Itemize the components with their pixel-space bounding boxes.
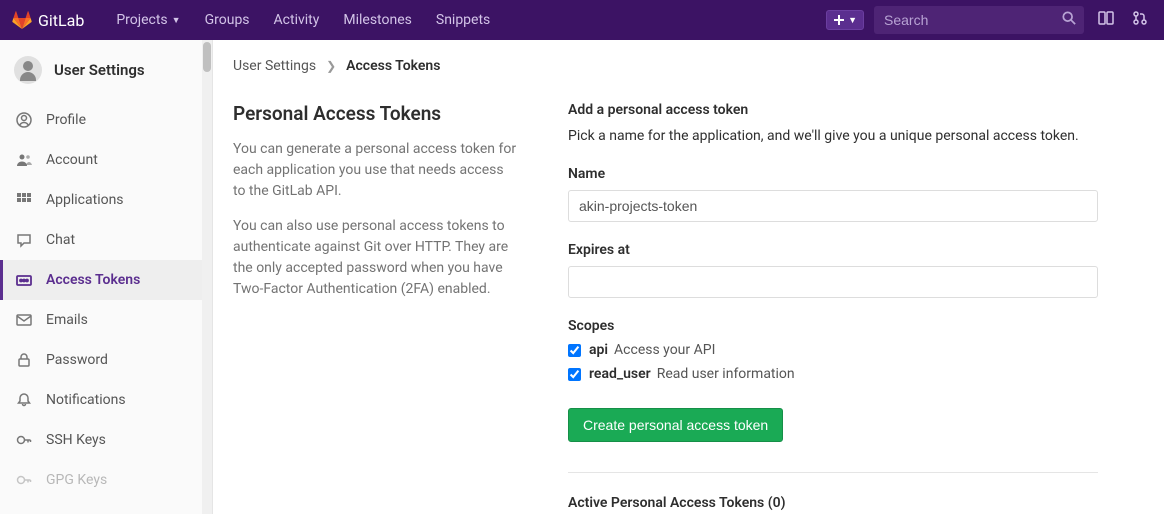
emails-icon (16, 312, 32, 328)
password-icon (16, 352, 32, 368)
sidebar-item-ssh-keys[interactable]: SSH Keys (0, 420, 212, 460)
sidebar-item-emails[interactable]: Emails (0, 300, 212, 340)
breadcrumb: User Settings ❯ Access Tokens (233, 58, 1144, 74)
access-tokens-icon (16, 272, 32, 288)
search-icon[interactable] (1062, 11, 1076, 29)
scope-desc: Access your API (614, 342, 715, 358)
expires-input[interactable] (568, 266, 1098, 298)
sidebar-item-notifications[interactable]: Notifications (0, 380, 212, 420)
nav-milestones[interactable]: Milestones (331, 12, 424, 28)
scope-row-api: api Access your API (568, 342, 1144, 358)
nav-projects[interactable]: Projects ▼ (104, 12, 192, 28)
merge-requests-icon[interactable] (1128, 10, 1152, 30)
search-input[interactable] (874, 6, 1084, 34)
scope-checkbox-read-user[interactable] (568, 368, 581, 381)
section-desc-1: You can generate a personal access token… (233, 139, 518, 202)
sidebar-item-label: Password (46, 352, 108, 368)
caret-down-icon: ▼ (172, 15, 181, 26)
chat-icon (16, 232, 32, 248)
name-label: Name (568, 166, 1144, 182)
account-icon (16, 152, 32, 168)
sidebar-item-account[interactable]: Account (0, 140, 212, 180)
scope-name: read_user (589, 366, 651, 382)
sidebar-item-label: Notifications (46, 392, 126, 408)
scope-name: api (589, 342, 608, 358)
breadcrumb-parent[interactable]: User Settings (233, 58, 316, 74)
scope-desc: Read user information (657, 366, 795, 382)
gitlab-logo[interactable]: GitLab (12, 11, 84, 30)
brand-text: GitLab (38, 11, 84, 30)
gitlab-tanuki-icon (12, 11, 32, 29)
sidebar-item-applications[interactable]: Applications (0, 180, 212, 220)
sidebar: User Settings Profile Account Applicatio… (0, 40, 213, 514)
sidebar-title: User Settings (54, 61, 145, 79)
sidebar-item-label: GPG Keys (46, 472, 107, 488)
chevron-right-icon: ❯ (326, 59, 336, 73)
sidebar-item-label: Emails (46, 312, 88, 328)
page-layout: User Settings Profile Account Applicatio… (0, 40, 1164, 514)
navbar-menu: Projects ▼ Groups Activity Milestones Sn… (104, 12, 826, 28)
section-desc-2: You can also use personal access tokens … (233, 216, 518, 300)
nav-groups[interactable]: Groups (193, 12, 262, 28)
sidebar-item-label: Account (46, 152, 98, 168)
sidebar-item-label: Profile (46, 112, 86, 128)
search-wrapper (874, 6, 1084, 34)
navbar-right: ▼ (826, 6, 1152, 34)
plus-icon (833, 14, 845, 26)
create-token-button[interactable]: Create personal access token (568, 408, 783, 442)
active-tokens-title: Active Personal Access Tokens (0) (568, 495, 1144, 511)
sidebar-item-gpg-keys[interactable]: GPG Keys (0, 460, 212, 500)
profile-icon (16, 112, 32, 128)
sidebar-item-label: Applications (46, 192, 124, 208)
new-dropdown-button[interactable]: ▼ (826, 10, 864, 30)
top-navbar: GitLab Projects ▼ Groups Activity Milest… (0, 0, 1164, 40)
sidebar-item-password[interactable]: Password (0, 340, 212, 380)
sidebar-item-label: SSH Keys (46, 432, 106, 448)
sidebar-item-chat[interactable]: Chat (0, 220, 212, 260)
nav-snippets[interactable]: Snippets (424, 12, 502, 28)
nav-activity[interactable]: Activity (262, 12, 332, 28)
sidebar-item-profile[interactable]: Profile (0, 100, 212, 140)
main-content: User Settings ❯ Access Tokens Personal A… (213, 40, 1164, 514)
sidebar-item-label: Access Tokens (46, 272, 140, 288)
section-title: Personal Access Tokens (233, 102, 518, 125)
sidebar-item-access-tokens[interactable]: Access Tokens (0, 260, 212, 300)
sidebar-scrollbar[interactable] (202, 40, 212, 514)
sidebar-item-label: Chat (46, 232, 75, 248)
notifications-icon (16, 392, 32, 408)
sidebar-header: User Settings (0, 40, 212, 100)
form-desc: Pick a name for the application, and we'… (568, 128, 1144, 144)
gpg-keys-icon (16, 472, 32, 488)
expires-label: Expires at (568, 242, 1144, 258)
scopes-label: Scopes (568, 318, 1144, 334)
breadcrumb-current: Access Tokens (346, 58, 440, 74)
divider (568, 472, 1098, 473)
content-left: Personal Access Tokens You can generate … (233, 102, 518, 514)
user-avatar-icon (14, 56, 42, 84)
name-input[interactable] (568, 190, 1098, 222)
caret-down-icon: ▼ (848, 15, 857, 26)
content-row: Personal Access Tokens You can generate … (233, 102, 1144, 514)
scope-row-read-user: read_user Read user information (568, 366, 1144, 382)
content-right: Add a personal access token Pick a name … (568, 102, 1144, 514)
scope-checkbox-api[interactable] (568, 344, 581, 357)
applications-icon (16, 192, 32, 208)
ssh-keys-icon (16, 432, 32, 448)
todos-icon[interactable] (1094, 10, 1118, 30)
form-title: Add a personal access token (568, 102, 1144, 118)
